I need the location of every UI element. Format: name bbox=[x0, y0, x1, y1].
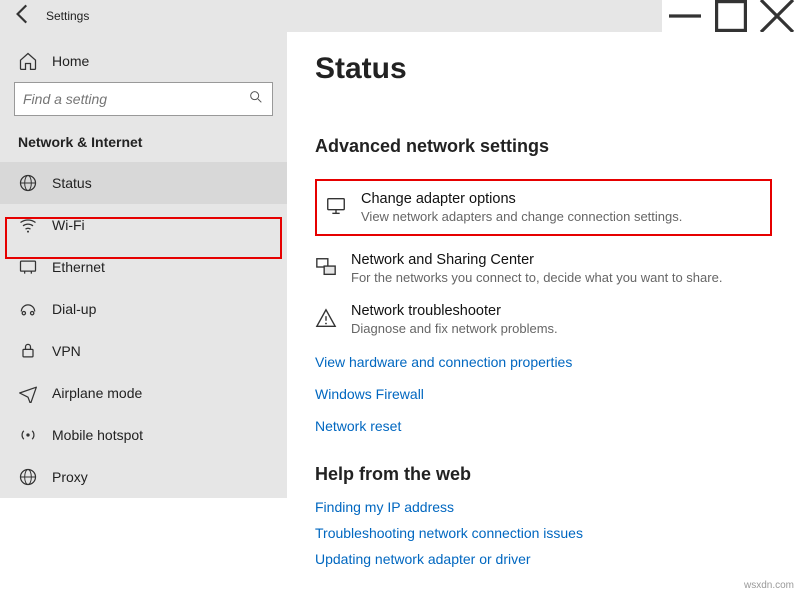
advanced-heading: Advanced network settings bbox=[315, 136, 772, 157]
hotspot-icon bbox=[18, 425, 38, 445]
wifi-icon bbox=[18, 215, 38, 235]
option-title: Network troubleshooter bbox=[351, 303, 558, 319]
sidebar-item-label: Ethernet bbox=[52, 259, 105, 275]
sidebar-item-ethernet[interactable]: Ethernet bbox=[0, 246, 287, 288]
sidebar-item-hotspot[interactable]: Mobile hotspot bbox=[0, 414, 287, 456]
option-title: Network and Sharing Center bbox=[351, 252, 722, 268]
proxy-icon bbox=[18, 467, 38, 487]
sidebar-item-airplane[interactable]: Airplane mode bbox=[0, 372, 287, 414]
airplane-icon bbox=[18, 383, 38, 403]
search-icon bbox=[248, 89, 264, 110]
link-firewall[interactable]: Windows Firewall bbox=[315, 386, 772, 402]
maximize-button[interactable] bbox=[708, 0, 754, 32]
ethernet-icon bbox=[18, 257, 38, 277]
help-heading: Help from the web bbox=[315, 464, 772, 485]
vpn-icon bbox=[18, 341, 38, 361]
link-update-adapter[interactable]: Updating network adapter or driver bbox=[315, 551, 772, 567]
option-troubleshooter[interactable]: Network troubleshooter Diagnose and fix … bbox=[315, 303, 772, 336]
globe-icon bbox=[18, 173, 38, 193]
sidebar-home[interactable]: Home bbox=[0, 40, 287, 82]
link-network-reset[interactable]: Network reset bbox=[315, 418, 772, 434]
sidebar-item-label: Proxy bbox=[52, 469, 88, 485]
page-title: Status bbox=[315, 52, 772, 86]
sidebar-item-label: Wi-Fi bbox=[52, 217, 85, 233]
search-input[interactable] bbox=[23, 91, 248, 107]
warning-icon bbox=[315, 307, 337, 329]
link-find-ip[interactable]: Finding my IP address bbox=[315, 499, 772, 515]
sidebar-section-title: Network & Internet bbox=[0, 126, 287, 162]
titlebar: Settings bbox=[0, 0, 800, 32]
option-desc: For the networks you connect to, decide … bbox=[351, 270, 722, 285]
sidebar-item-status[interactable]: Status bbox=[0, 162, 287, 204]
window-title: Settings bbox=[46, 9, 89, 23]
sidebar-item-proxy[interactable]: Proxy bbox=[0, 456, 287, 498]
sidebar-home-label: Home bbox=[52, 53, 89, 69]
sidebar-item-label: Status bbox=[52, 175, 92, 191]
adapter-icon bbox=[325, 195, 347, 217]
search-input-container[interactable] bbox=[14, 82, 273, 116]
link-hardware-props[interactable]: View hardware and connection properties bbox=[315, 354, 772, 370]
back-button[interactable] bbox=[10, 1, 36, 32]
sharing-icon bbox=[315, 256, 337, 278]
sidebar-item-label: Airplane mode bbox=[52, 385, 142, 401]
sidebar-item-label: Mobile hotspot bbox=[52, 427, 143, 443]
dialup-icon bbox=[18, 299, 38, 319]
option-title: Change adapter options bbox=[361, 191, 682, 207]
watermark: wsxdn.com bbox=[744, 580, 794, 591]
sidebar: Home Network & Internet Status Wi-Fi bbox=[0, 32, 287, 498]
sidebar-item-dialup[interactable]: Dial-up bbox=[0, 288, 287, 330]
close-button[interactable] bbox=[754, 0, 800, 32]
sidebar-item-label: VPN bbox=[52, 343, 81, 359]
home-icon bbox=[18, 51, 38, 71]
option-sharing-center[interactable]: Network and Sharing Center For the netwo… bbox=[315, 252, 772, 285]
option-desc: View network adapters and change connect… bbox=[361, 209, 682, 224]
sidebar-item-wifi[interactable]: Wi-Fi bbox=[0, 204, 287, 246]
sidebar-item-label: Dial-up bbox=[52, 301, 96, 317]
link-troubleshoot-conn[interactable]: Troubleshooting network connection issue… bbox=[315, 525, 772, 541]
content-pane: Status Advanced network settings Change … bbox=[287, 32, 800, 593]
sidebar-item-vpn[interactable]: VPN bbox=[0, 330, 287, 372]
option-change-adapter[interactable]: Change adapter options View network adap… bbox=[315, 179, 772, 236]
option-desc: Diagnose and fix network problems. bbox=[351, 321, 558, 336]
minimize-button[interactable] bbox=[662, 0, 708, 32]
